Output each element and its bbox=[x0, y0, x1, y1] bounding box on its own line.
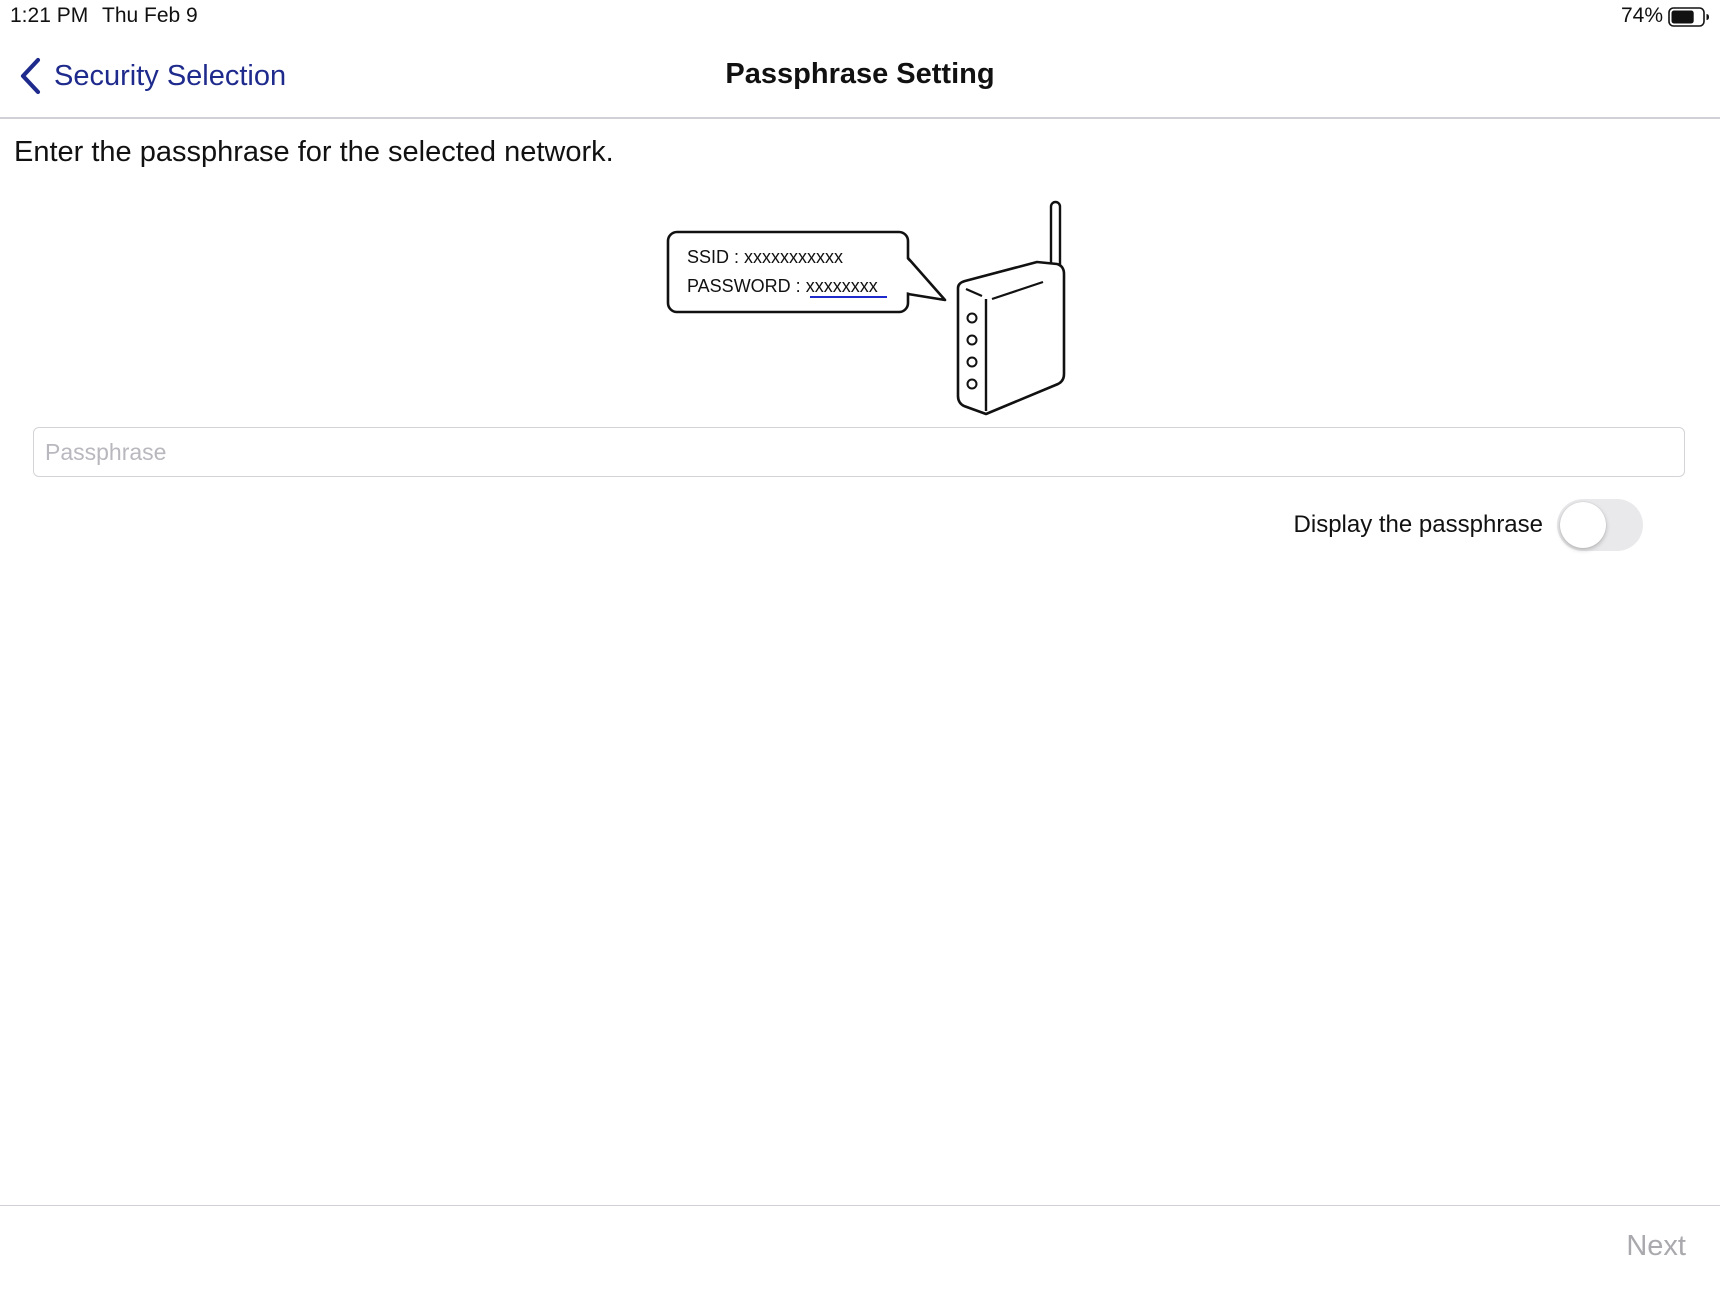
wireless-router-icon: SSID : xxxxxxxxxxx PASSWORD : xxxxxxxx bbox=[666, 200, 1066, 416]
credentials-bubble: SSID : xxxxxxxxxxx PASSWORD : xxxxxxxx bbox=[666, 230, 947, 314]
battery-icon bbox=[1668, 7, 1709, 27]
ssid-label: SSID : bbox=[687, 247, 744, 267]
screen: 1:21 PM Thu Feb 9 74% Security Selection… bbox=[0, 0, 1720, 1290]
password-label: PASSWORD : bbox=[687, 276, 806, 296]
bottom-toolbar-divider bbox=[0, 1205, 1720, 1206]
svg-text:PASSWORD : xxxxxxxx: PASSWORD : xxxxxxxx bbox=[687, 276, 878, 296]
svg-text:SSID : xxxxxxxxxxx: SSID : xxxxxxxxxxx bbox=[687, 247, 843, 267]
toggle-knob bbox=[1560, 502, 1606, 548]
status-date: Thu Feb 9 bbox=[102, 4, 198, 27]
display-passphrase-row: Display the passphrase bbox=[1294, 498, 1643, 552]
password-value: xxxxxxxx bbox=[806, 276, 878, 296]
passphrase-field[interactable] bbox=[33, 427, 1685, 477]
page-title: Passphrase Setting bbox=[725, 58, 995, 90]
passphrase-input[interactable] bbox=[34, 428, 1684, 476]
battery-fill bbox=[1671, 10, 1694, 24]
router-body bbox=[956, 260, 1066, 416]
status-bar: 1:21 PM Thu Feb 9 74% bbox=[0, 0, 1720, 34]
battery-percent: 74% bbox=[1620, 4, 1663, 27]
ssid-value: xxxxxxxxxxx bbox=[744, 247, 843, 267]
status-time: 1:21 PM bbox=[10, 4, 89, 27]
display-passphrase-label: Display the passphrase bbox=[1293, 511, 1543, 538]
instruction-text: Enter the passphrase for the selected ne… bbox=[14, 136, 614, 168]
next-button[interactable]: Next bbox=[1626, 1230, 1686, 1263]
display-passphrase-toggle[interactable] bbox=[1557, 499, 1643, 551]
router-antenna bbox=[1049, 200, 1062, 274]
navigation-bar: Security Selection Passphrase Setting bbox=[0, 34, 1720, 119]
